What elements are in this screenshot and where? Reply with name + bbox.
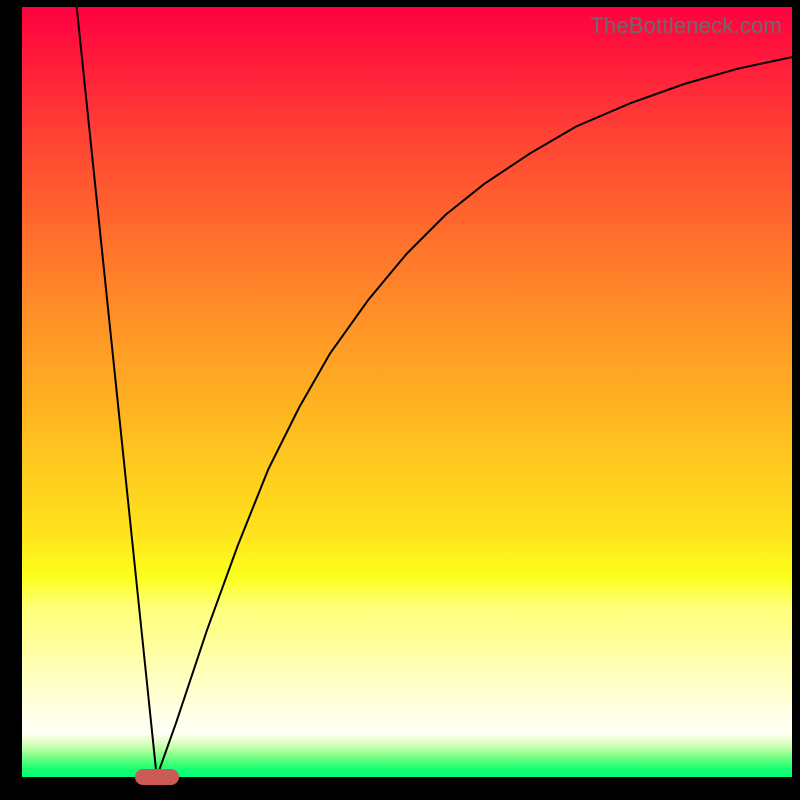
optimum-marker — [135, 769, 179, 785]
chart-curves-svg — [22, 7, 792, 777]
series-right-curve — [157, 57, 792, 777]
chart-plot-area: TheBottleneck.com — [22, 7, 792, 777]
series-left-line — [77, 7, 157, 777]
chart-frame: TheBottleneck.com — [0, 0, 800, 800]
